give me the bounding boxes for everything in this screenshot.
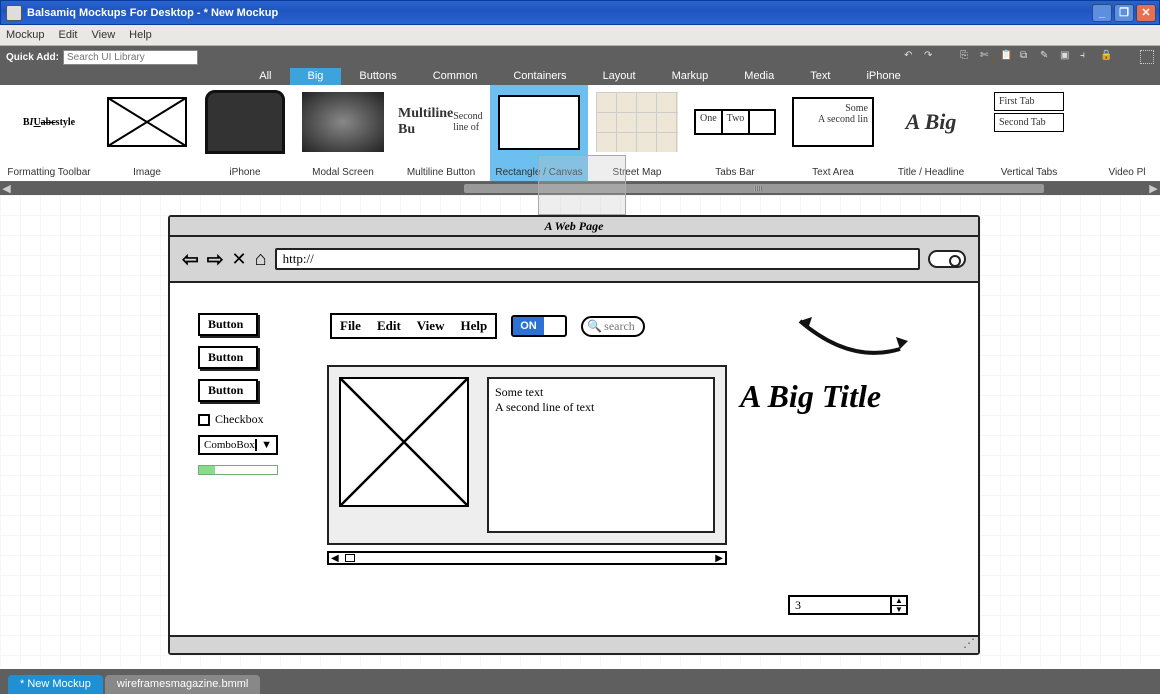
go-button[interactable]	[928, 250, 966, 268]
browser-nav: ⇦ ⇨ ✕ ⌂ http://	[170, 237, 978, 283]
textarea-widget[interactable]: Some text A second line of text	[487, 377, 715, 533]
cat-markup[interactable]: Markup	[654, 68, 727, 85]
cat-media[interactable]: Media	[726, 68, 792, 85]
progress-widget	[198, 465, 278, 475]
menu-help[interactable]: Help	[129, 29, 152, 41]
lib-video-player[interactable]: Video Pl	[1078, 85, 1160, 181]
cat-big[interactable]: Big	[290, 68, 342, 85]
panel-widget[interactable]: Some text A second line of text	[327, 365, 727, 545]
menu-edit[interactable]: Edit	[59, 29, 78, 41]
lib-tabs-bar[interactable]: OneTwo Tabs Bar	[686, 85, 784, 181]
lib-vertical-tabs[interactable]: First TabSecond Tab Vertical Tabs	[980, 85, 1078, 181]
align-icon[interactable]: ⫞	[1080, 50, 1094, 64]
group-icon[interactable]: ▣	[1060, 50, 1074, 64]
cut-icon[interactable]: ✄	[980, 50, 994, 64]
doc-tab-new-mockup[interactable]: * New Mockup	[8, 675, 103, 694]
menu-view[interactable]: View	[92, 29, 116, 41]
caret-down-icon: ▼	[255, 439, 272, 451]
home-icon[interactable]: ⌂	[255, 248, 267, 271]
stepper-arrows: ▲ ▼	[890, 597, 906, 613]
canvas[interactable]: A Web Page ⇦ ⇨ ✕ ⌂ http:// Button Button…	[0, 195, 1160, 667]
top-row: File Edit View Help ON 🔍 search	[330, 313, 645, 339]
app-icon	[6, 5, 22, 21]
close-button[interactable]: ✕	[1136, 4, 1156, 22]
button-widget-1[interactable]: Button	[198, 313, 258, 336]
url-field[interactable]: http://	[275, 248, 920, 270]
browser-body: Button Button Button Checkbox ComboBox▼ …	[170, 283, 978, 651]
toolbar: Quick Add: ↶ ↷ ⎘ ✄ 📋 ⧉ ✎ ▣ ⫞ 🔒	[0, 46, 1160, 68]
redo-icon[interactable]: ↷	[924, 50, 938, 64]
undo-icon[interactable]: ↶	[904, 50, 918, 64]
document-tabs: * New Mockup wireframesmagazine.bmml	[0, 669, 1160, 694]
edit-icon[interactable]: ✎	[1040, 50, 1054, 64]
quick-add-input[interactable]	[63, 50, 198, 65]
browser-statusbar: ⋰	[170, 635, 978, 653]
lock-icon[interactable]: 🔒	[1100, 50, 1114, 64]
scroll-left-icon[interactable]: ◀	[0, 182, 13, 195]
menu-mockup[interactable]: Mockup	[6, 29, 45, 41]
cat-common[interactable]: Common	[415, 68, 496, 85]
curvy-arrow-widget[interactable]	[790, 309, 910, 369]
fullscreen-icon[interactable]	[1140, 50, 1154, 64]
resize-grip-icon[interactable]: ⋰	[963, 636, 975, 651]
image-placeholder-widget[interactable]	[339, 377, 469, 507]
drag-ghost-rectangle	[538, 155, 626, 215]
app-menubar: Mockup Edit View Help	[0, 25, 1160, 46]
checkbox-box-icon	[198, 414, 210, 426]
scroll-thumb[interactable]	[345, 554, 355, 562]
scroll-right-icon[interactable]: ▶	[1147, 182, 1160, 195]
lib-formatting-toolbar[interactable]: B I U abc style Formatting Toolbar	[0, 85, 98, 181]
duplicate-icon[interactable]: ⧉	[1020, 50, 1034, 64]
cat-iphone[interactable]: iPhone	[848, 68, 918, 85]
cat-layout[interactable]: Layout	[585, 68, 654, 85]
paste-icon[interactable]: 📋	[1000, 50, 1014, 64]
lib-title-headline[interactable]: A Big Title / Headline	[882, 85, 980, 181]
button-widget-2[interactable]: Button	[198, 346, 258, 369]
checkbox-widget[interactable]: Checkbox	[198, 412, 308, 427]
stop-icon[interactable]: ✕	[232, 249, 247, 270]
doc-tab-wireframes[interactable]: wireframesmagazine.bmml	[105, 675, 260, 694]
search-widget[interactable]: 🔍 search	[581, 316, 645, 337]
scroll-left-arrow-icon[interactable]: ◀	[329, 553, 341, 564]
cat-buttons[interactable]: Buttons	[341, 68, 414, 85]
window-title: Balsamiq Mockups For Desktop - * New Moc…	[27, 7, 278, 19]
cat-text[interactable]: Text	[792, 68, 848, 85]
numeric-stepper-widget[interactable]: 3 ▲ ▼	[788, 595, 908, 615]
toggle-widget[interactable]: ON	[511, 315, 567, 337]
minimize-button[interactable]: _	[1092, 4, 1112, 22]
maximize-button[interactable]: ❐	[1114, 4, 1134, 22]
browser-window-widget[interactable]: A Web Page ⇦ ⇨ ✕ ⌂ http:// Button Button…	[168, 215, 980, 655]
scroll-right-arrow-icon[interactable]: ▶	[713, 553, 725, 564]
magnify-icon: 🔍	[587, 319, 602, 334]
hscrollbar-widget[interactable]: ◀ ▶	[327, 551, 727, 565]
forward-arrow-icon[interactable]: ⇨	[207, 247, 224, 272]
window-titlebar: Balsamiq Mockups For Desktop - * New Moc…	[0, 0, 1160, 25]
toolbar-icons: ↶ ↷ ⎘ ✄ 📋 ⧉ ✎ ▣ ⫞ 🔒	[904, 50, 1154, 64]
step-down-icon[interactable]: ▼	[892, 606, 906, 614]
left-column: Button Button Button Checkbox ComboBox▼	[198, 313, 308, 475]
lib-iphone[interactable]: iPhone	[196, 85, 294, 181]
back-arrow-icon[interactable]: ⇦	[182, 247, 199, 272]
cat-containers[interactable]: Containers	[495, 68, 584, 85]
lib-modal[interactable]: Modal Screen	[294, 85, 392, 181]
copy-icon[interactable]: ⎘	[960, 50, 974, 64]
title-widget[interactable]: A Big Title	[740, 378, 881, 415]
cat-all[interactable]: All	[241, 68, 289, 85]
browser-title: A Web Page	[170, 217, 978, 237]
lib-text-area[interactable]: SomeA second lin Text Area	[784, 85, 882, 181]
category-strip: All Big Buttons Common Containers Layout…	[0, 68, 1160, 85]
lib-image[interactable]: Image	[98, 85, 196, 181]
lib-multiline-button[interactable]: Multiline BuSecond line of Multiline But…	[392, 85, 490, 181]
quick-add-label: Quick Add:	[6, 52, 59, 63]
combobox-widget[interactable]: ComboBox▼	[198, 435, 278, 455]
button-widget-3[interactable]: Button	[198, 379, 258, 402]
menubar-widget[interactable]: File Edit View Help	[330, 313, 497, 339]
